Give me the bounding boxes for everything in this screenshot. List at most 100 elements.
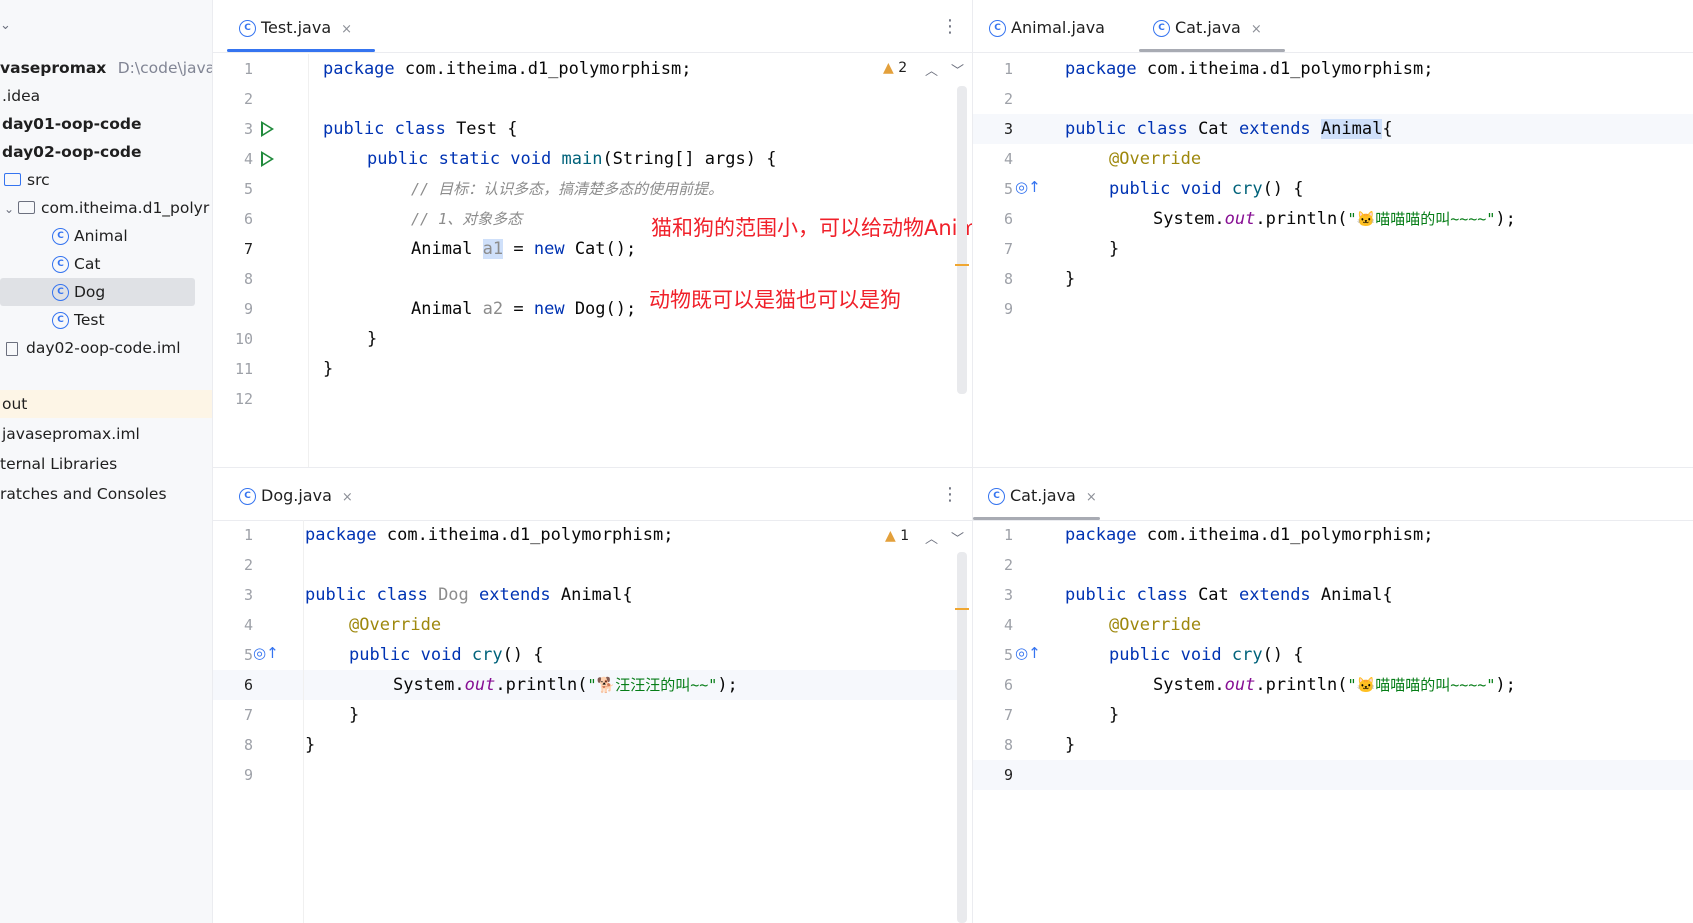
- tree-item-cat[interactable]: C Cat: [52, 250, 100, 278]
- vertical-scrollbar[interactable]: [957, 86, 967, 394]
- tab-label: Dog.java: [261, 486, 332, 505]
- override-icon[interactable]: ◎↑: [253, 644, 279, 662]
- tab-label: Test.java: [261, 18, 332, 37]
- tab-test-java[interactable]: C Test.java ×: [227, 0, 375, 52]
- close-icon[interactable]: ×: [342, 490, 353, 505]
- code-line: System.out.println("🐕汪汪汪的叫~~");: [393, 675, 738, 695]
- line-gutter: 1 2 3 4 5 6 7 8 9 10 11 12: [213, 54, 308, 468]
- line-number: 9: [1003, 300, 1013, 318]
- warning-stripe-marker[interactable]: [955, 264, 969, 266]
- tab-cat-java[interactable]: C Cat.java ×: [973, 468, 1100, 520]
- code-line: @Override: [349, 615, 442, 635]
- editor-pane-bottom-right: C Cat.java × 1 2 3 4 5 6 7 8 9 ◎↑ package …: [973, 468, 1693, 923]
- run-icon[interactable]: [261, 121, 274, 137]
- next-highlight-icon[interactable]: ﹀: [951, 528, 964, 547]
- tree-item-test[interactable]: C Test: [52, 306, 105, 334]
- line-number: 6: [243, 676, 253, 694]
- class-icon: C: [52, 256, 69, 273]
- tree-item-label: com.itheima.d1_polyr: [41, 199, 210, 217]
- line-number: 1: [243, 526, 253, 544]
- tree-item-idea[interactable]: .idea: [2, 82, 40, 110]
- code-line: public class Cat extends Animal{: [1065, 119, 1393, 139]
- tree-item-root-iml[interactable]: javasepromax.iml: [2, 420, 140, 448]
- more-options-icon[interactable]: ⋮: [941, 16, 959, 37]
- folder-icon: [4, 173, 21, 186]
- tab-bar: C Animal.java C Cat.java ×: [973, 0, 1693, 53]
- class-icon: C: [52, 228, 69, 245]
- code-area[interactable]: package com.itheima.d1_polymorphism; pub…: [310, 54, 960, 468]
- tree-item-scratches[interactable]: ratches and Consoles: [0, 480, 167, 508]
- line-number: 7: [243, 706, 253, 724]
- highlighted-identifier: Animal: [1320, 119, 1383, 139]
- tree-item-animal[interactable]: C Animal: [52, 222, 128, 250]
- close-icon[interactable]: ×: [341, 22, 352, 37]
- code-line: public void cry() {: [349, 645, 544, 665]
- line-number: 11: [234, 360, 253, 378]
- collapse-chevron-icon[interactable]: ⌄: [0, 12, 11, 40]
- tab-indicator: [1139, 49, 1285, 52]
- line-number: 4: [243, 616, 253, 634]
- class-icon: C: [239, 488, 256, 505]
- code-line: public class Test {: [323, 119, 518, 139]
- tree-item-out[interactable]: out: [0, 390, 212, 418]
- tree-item-label: ternal Libraries: [0, 455, 118, 473]
- tab-cat-java[interactable]: C Cat.java ×: [1139, 0, 1285, 52]
- tree-item-label: src: [27, 171, 50, 189]
- class-icon: C: [988, 488, 1005, 505]
- code-line: public void cry() {: [1109, 179, 1304, 199]
- override-icon[interactable]: ◎↑: [1015, 644, 1041, 662]
- line-number: 2: [1003, 90, 1013, 108]
- chevron-down-icon[interactable]: ⌄: [4, 195, 18, 223]
- code-area[interactable]: package com.itheima.d1_polymorphism; pub…: [1065, 54, 1685, 454]
- close-icon[interactable]: ×: [1251, 22, 1262, 37]
- line-number: 5: [1003, 180, 1013, 198]
- code-line: }: [305, 735, 316, 755]
- tab-label: Cat.java: [1010, 486, 1076, 505]
- run-icon[interactable]: [261, 151, 274, 167]
- line-number: 6: [1003, 210, 1013, 228]
- tree-item-dog[interactable]: C Dog: [0, 278, 195, 306]
- tree-item-src[interactable]: src: [4, 166, 50, 194]
- line-number: 8: [243, 270, 253, 288]
- code-line: public void cry() {: [1109, 645, 1304, 665]
- tree-item-package[interactable]: ⌄ com.itheima.d1_polyr: [4, 194, 209, 222]
- tree-item-label: .idea: [2, 87, 41, 105]
- override-icon[interactable]: ◎↑: [1015, 178, 1041, 196]
- code-line: // 目标：认识多态，搞清楚多态的使用前提。: [411, 180, 724, 198]
- code-line: }: [1065, 269, 1076, 289]
- tree-root[interactable]: vasepromax D:\code\javas: [0, 54, 213, 82]
- line-number: 3: [1003, 586, 1013, 604]
- more-options-icon[interactable]: ⋮: [941, 484, 959, 505]
- annotation-note: 猫和狗的范围小，可以给动物Animal: [651, 216, 972, 240]
- tab-animal-java[interactable]: C Animal.java: [989, 0, 1105, 52]
- code-line: public static void main(String[] args) {: [367, 149, 777, 169]
- annotation-note: 动物既可以是猫也可以是狗: [649, 288, 901, 312]
- tab-dog-java[interactable]: C Dog.java ×: [227, 468, 353, 520]
- package-icon: [18, 201, 35, 214]
- code-line: }: [323, 359, 334, 379]
- class-icon: C: [1153, 20, 1170, 37]
- code-line: package com.itheima.d1_polymorphism;: [323, 59, 692, 79]
- line-number: 2: [243, 556, 253, 574]
- close-icon[interactable]: ×: [1086, 490, 1097, 505]
- line-number: 12: [234, 390, 253, 408]
- code-area[interactable]: package com.itheima.d1_polymorphism; pub…: [1065, 520, 1685, 920]
- tree-item-iml[interactable]: day02-oop-code.iml: [6, 334, 181, 362]
- tab-bar: C Test.java × ⋮: [213, 0, 972, 53]
- tree-item-day01[interactable]: day01-oop-code: [2, 110, 141, 138]
- tree-item-day02[interactable]: day02-oop-code: [2, 138, 141, 166]
- code-area[interactable]: package com.itheima.d1_polymorphism; pub…: [305, 520, 945, 920]
- line-number: 3: [1003, 120, 1013, 138]
- tree-item-label: Dog: [74, 283, 106, 301]
- line-number: 3: [243, 120, 253, 138]
- tab-bar: C Dog.java × ⋮: [213, 468, 972, 521]
- tree-item-external-libraries[interactable]: ternal Libraries: [0, 450, 117, 478]
- code-line: Animal a2 = new Dog();: [411, 299, 637, 319]
- line-number: 8: [1003, 270, 1013, 288]
- warning-stripe-marker[interactable]: [955, 608, 969, 610]
- line-number: 6: [1003, 676, 1013, 694]
- editor-pane-bottom-left: C Dog.java × ⋮ ▲ 1 ︿ ﹀ 1 2 3 4 5 6 7 8 9 ◎…: [213, 468, 972, 923]
- tree-item-label: Test: [74, 311, 105, 329]
- line-number: 7: [1003, 240, 1013, 258]
- tree-root-path: D:\code\javas: [117, 59, 213, 77]
